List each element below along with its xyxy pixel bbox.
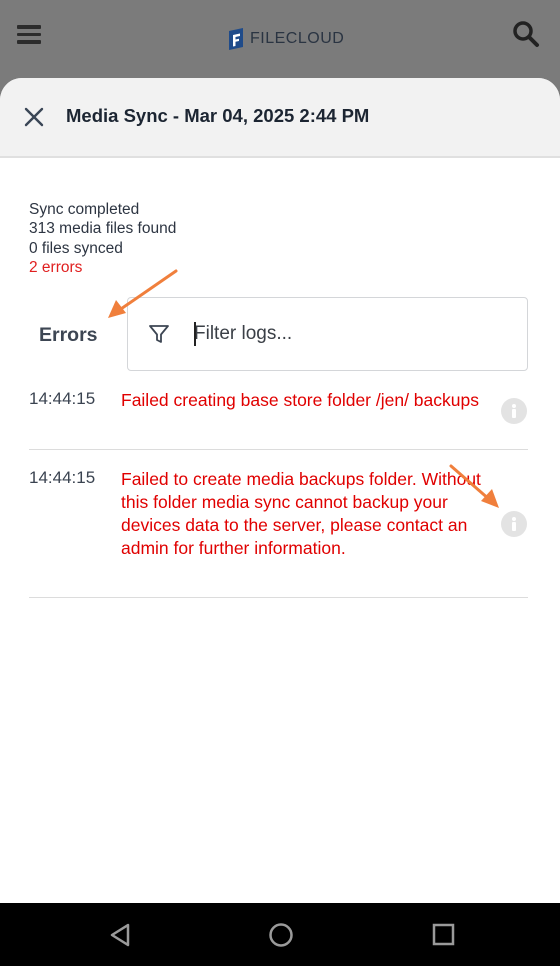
log-time: 14:44:15 — [29, 468, 96, 487]
log-message: Failed to create media backups folder. W… — [121, 469, 481, 558]
errors-section-label: Errors — [39, 324, 98, 346]
sheet-title: Media Sync - Mar 04, 2025 2:44 PM — [66, 105, 370, 126]
recents-square-icon[interactable] — [430, 921, 458, 949]
home-circle-icon[interactable] — [267, 921, 295, 949]
sheet-header: Media Sync - Mar 04, 2025 2:44 PM — [0, 78, 560, 158]
error-count: 2 errors — [29, 258, 83, 276]
files-found: 313 media files found — [29, 220, 177, 238]
files-synced: 0 files synced — [29, 239, 123, 257]
info-icon[interactable] — [501, 511, 527, 537]
log-message: Failed creating base store folder /jen/ … — [121, 390, 479, 410]
brand-name: FILECLOUD — [250, 30, 345, 47]
filter-logs-input[interactable] — [194, 320, 504, 348]
filter-icon — [148, 323, 170, 345]
media-sync-sheet: Media Sync - Mar 04, 2025 2:44 PM Sync c… — [0, 78, 560, 903]
log-time: 14:44:15 — [29, 389, 96, 408]
info-icon[interactable] — [501, 398, 527, 424]
close-icon[interactable] — [22, 105, 46, 129]
log-entry: 14:44:15 Failed creating base store fold… — [29, 389, 528, 450]
filter-logs-field[interactable] — [127, 297, 528, 371]
log-entry: 14:44:15 Failed to create media backups … — [29, 468, 528, 598]
app-bar: FILECLOUD — [0, 0, 560, 74]
back-triangle-icon[interactable] — [106, 921, 134, 949]
filecloud-logo: FILECLOUD — [226, 26, 344, 52]
system-navigation-bar — [0, 903, 560, 966]
filecloud-logo-icon — [229, 28, 243, 50]
text-cursor — [194, 322, 196, 346]
hamburger-menu-icon[interactable] — [17, 24, 41, 44]
sync-status: Sync completed — [29, 201, 140, 218]
sync-summary: Sync completed 313 media files found 0 f… — [29, 200, 176, 277]
search-icon[interactable] — [512, 20, 540, 48]
